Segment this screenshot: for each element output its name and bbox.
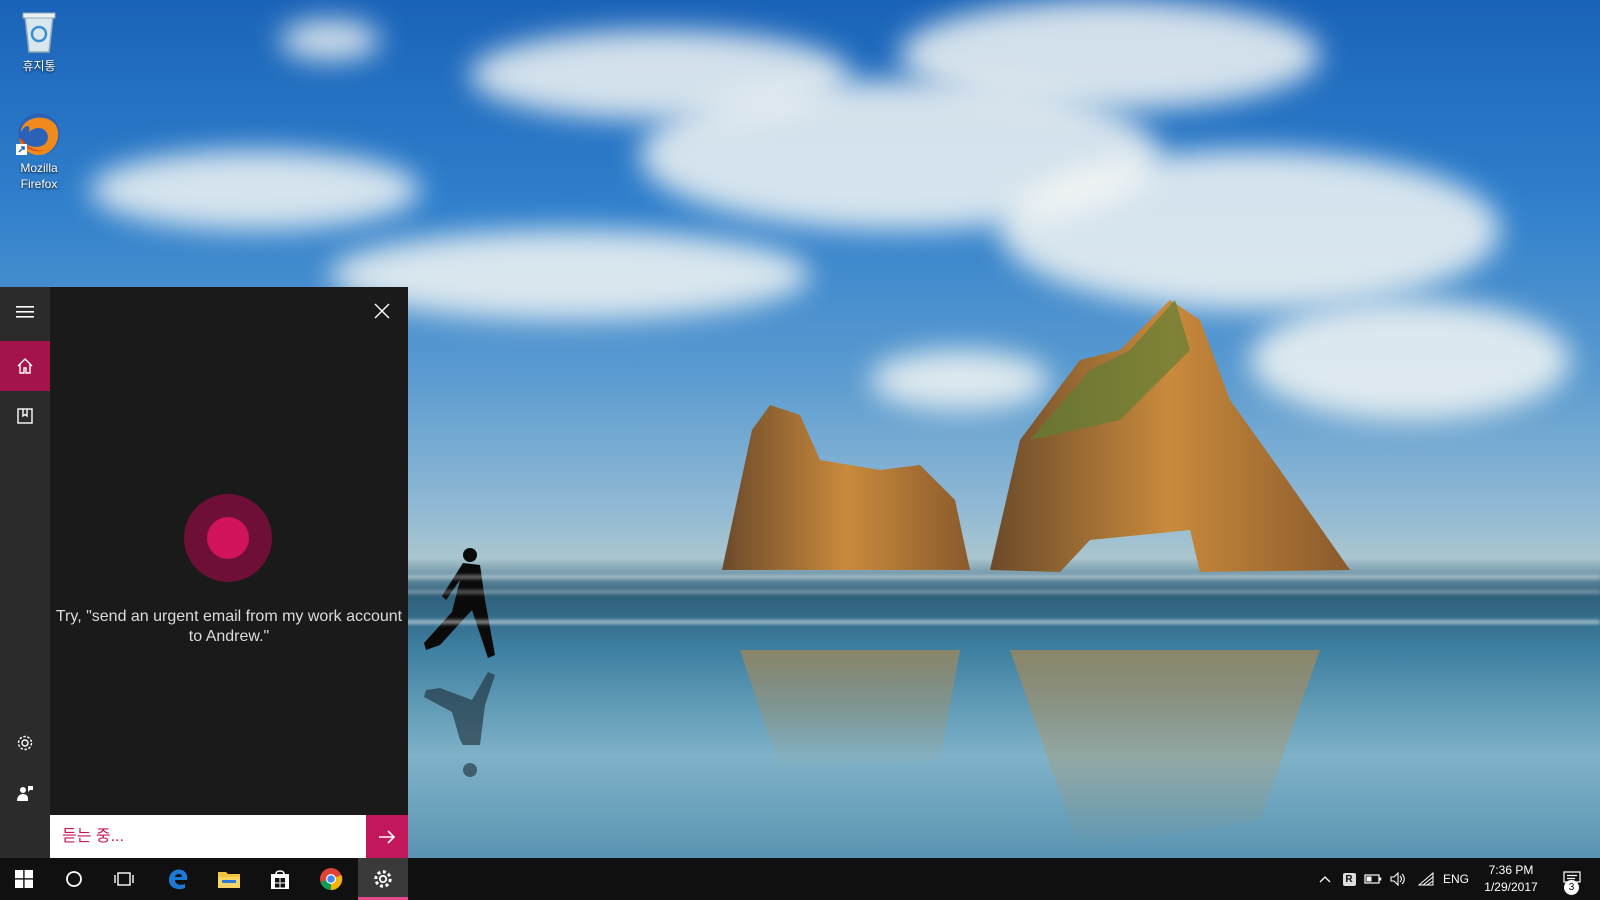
close-icon — [374, 303, 390, 319]
firefox-icon — [15, 110, 63, 158]
ime-indicator[interactable]: R — [1338, 858, 1360, 900]
cortana-submit-button[interactable] — [366, 815, 408, 858]
home-button[interactable] — [0, 341, 50, 391]
store-icon — [271, 870, 289, 889]
hamburger-menu-button[interactable] — [0, 287, 50, 337]
volume-icon — [1390, 872, 1405, 886]
taskbar-app-settings[interactable] — [358, 858, 408, 900]
clock[interactable]: 7:36 PM 1/29/2017 — [1466, 862, 1556, 896]
clock-time: 7:36 PM — [1488, 863, 1534, 877]
wifi-icon — [1418, 872, 1434, 886]
cortana-search-box[interactable] — [50, 815, 366, 858]
show-hidden-icons-button[interactable] — [1314, 858, 1336, 900]
start-button[interactable] — [0, 858, 48, 900]
taskbar-app-edge[interactable] — [154, 858, 202, 900]
rock-left — [722, 405, 970, 570]
network-button[interactable] — [1414, 858, 1438, 900]
cortana-suggestion-text: Try, "send an urgent email from my work … — [55, 608, 403, 645]
cortana-circle-icon — [66, 871, 82, 887]
desktop-icon-label: 휴지통 — [22, 59, 56, 73]
hamburger-icon — [16, 306, 34, 318]
folder-icon — [218, 872, 240, 888]
clock-date: 1/29/2017 — [1484, 880, 1538, 894]
desktop-icon-firefox[interactable]: Mozilla Firefox — [1, 110, 77, 192]
gear-icon — [17, 735, 33, 751]
cortana-dot — [207, 517, 249, 559]
task-view-icon — [114, 872, 134, 886]
cortana-search-input[interactable] — [50, 815, 364, 858]
feedback-button[interactable] — [0, 768, 50, 818]
taskbar-app-file-explorer[interactable] — [205, 858, 253, 900]
taskbar-app-chrome[interactable] — [307, 858, 355, 900]
task-view-button[interactable] — [100, 858, 148, 900]
battery-icon — [1364, 874, 1382, 884]
cortana-sidebar — [0, 287, 50, 858]
notebook-icon — [17, 408, 33, 424]
settings-button[interactable] — [0, 718, 50, 768]
chevron-up-icon — [1319, 876, 1331, 883]
recycle-bin-icon — [15, 8, 63, 56]
edge-icon — [169, 869, 188, 890]
chrome-icon — [320, 868, 343, 891]
desktop-icon-recycle-bin[interactable]: 휴지통 — [1, 8, 77, 74]
taskbar-app-store[interactable] — [256, 858, 304, 900]
home-icon — [17, 358, 33, 374]
ime-label: R — [1342, 872, 1356, 886]
gear-icon — [374, 870, 392, 888]
cortana-listening-indicator — [184, 494, 272, 582]
desktop-icon-label: Mozilla Firefox — [20, 161, 58, 191]
taskbar: R ENG 7:36 PM 1/29/2017 3 — [0, 858, 1600, 900]
feedback-icon — [17, 786, 33, 801]
arrow-right-icon — [379, 829, 396, 844]
volume-button[interactable] — [1386, 858, 1410, 900]
notification-count-badge: 3 — [1564, 880, 1579, 895]
notebook-button[interactable] — [0, 391, 50, 441]
cortana-panel: Try, "send an urgent email from my work … — [0, 287, 408, 858]
windows-logo-icon — [15, 870, 33, 888]
cortana-taskbar-button[interactable] — [50, 858, 98, 900]
battery-button[interactable] — [1362, 858, 1384, 900]
runner-silhouette — [424, 548, 495, 658]
close-button[interactable] — [368, 297, 396, 325]
